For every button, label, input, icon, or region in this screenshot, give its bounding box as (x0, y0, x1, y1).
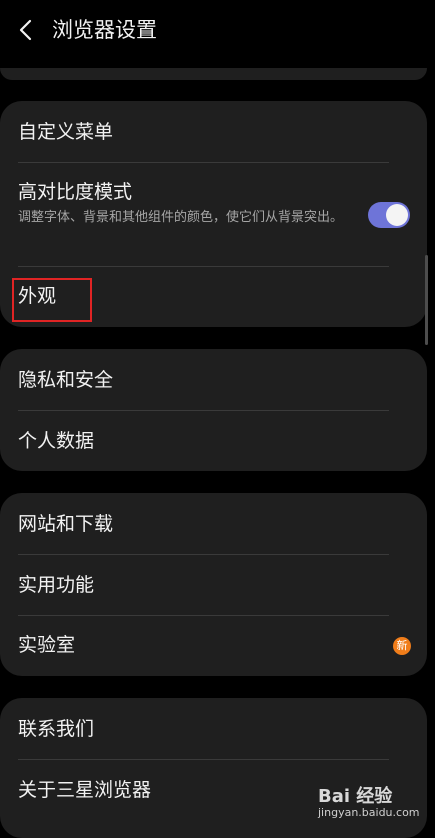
item-label: 实验室 (18, 634, 76, 656)
menu-item-high-contrast[interactable]: 高对比度模式 调整字体、背景和其他组件的颜色，使它们从背景突出。 (0, 163, 427, 266)
highlight-box (12, 278, 92, 322)
back-button[interactable] (14, 16, 38, 44)
page-title: 浏览器设置 (52, 18, 157, 42)
item-label: 个人数据 (18, 430, 95, 452)
item-label: 隐私和安全 (18, 369, 114, 391)
item-label: 网站和下载 (18, 513, 114, 535)
watermark-logo-text: Bai 经验 (318, 786, 393, 807)
menu-item-personal-data[interactable]: 个人数据 (0, 411, 427, 471)
settings-group-features: 网站和下载 实用功能 实验室 (0, 493, 427, 676)
item-label: 自定义菜单 (18, 121, 114, 143)
toggle-knob (386, 204, 408, 226)
chevron-left-icon (19, 19, 32, 41)
settings-group-privacy: 隐私和安全 个人数据 (0, 349, 427, 471)
new-badge: 新 (393, 637, 411, 655)
app-header: 浏览器设置 (0, 0, 435, 62)
scrollbar[interactable] (425, 255, 428, 345)
previous-card-edge (0, 68, 427, 80)
menu-item-useful-features[interactable]: 实用功能 (0, 555, 427, 615)
item-label: 高对比度模式 (18, 181, 133, 203)
menu-item-sites-downloads[interactable]: 网站和下载 (0, 493, 427, 554)
watermark-url: jingyan.baidu.com (318, 806, 420, 819)
item-label: 关于三星浏览器 (18, 779, 152, 801)
menu-item-custom-menu[interactable]: 自定义菜单 (0, 101, 427, 162)
baidu-watermark: Bai 经验 jingyan.baidu.com (318, 782, 433, 824)
item-label: 联系我们 (18, 718, 95, 740)
item-label: 实用功能 (18, 574, 95, 596)
item-description: 调整字体、背景和其他组件的颜色，使它们从背景突出。 (18, 210, 344, 225)
menu-item-privacy-security[interactable]: 隐私和安全 (0, 349, 427, 410)
menu-item-contact-us[interactable]: 联系我们 (0, 698, 427, 759)
menu-item-labs[interactable]: 实验室 (0, 616, 427, 676)
high-contrast-toggle[interactable] (368, 202, 410, 228)
